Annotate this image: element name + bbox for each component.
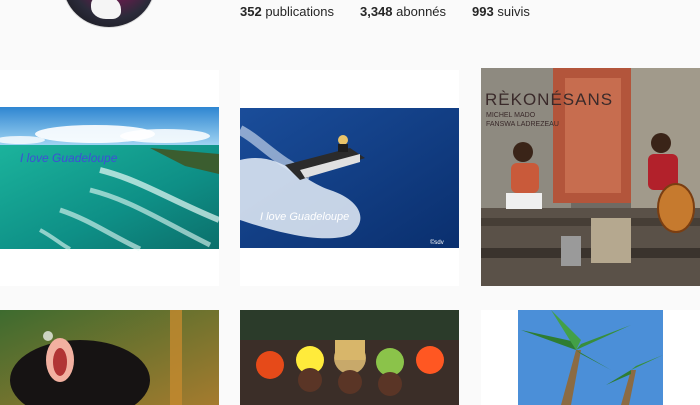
post-tile-jetski[interactable]: I love Guadeloupe ©sdv	[240, 70, 459, 286]
stat-label: abonnés	[396, 4, 447, 19]
post-title-text: RÈKONÉSANS	[485, 90, 613, 109]
post-credit: ©sdv	[430, 239, 444, 246]
post-tile-carnival[interactable]	[240, 310, 459, 405]
post-tile-palms[interactable]	[481, 310, 700, 405]
stat-count: 993	[472, 4, 494, 19]
stat-followers[interactable]: 3,348 abonnés	[360, 4, 446, 19]
stat-label: suivis	[497, 4, 530, 19]
post-subtitle-1: MICHEL MADO	[486, 112, 536, 119]
post-image-monkey	[0, 310, 219, 405]
profile-avatar[interactable]	[62, 0, 156, 28]
post-image-musicians: RÈKONÉSANS MICHEL MADO FANSWA LADREZEAU	[481, 68, 700, 286]
post-tile-beach[interactable]: I love Guadeloupe	[0, 70, 219, 286]
post-image-palms	[481, 310, 700, 405]
post-image-carnival	[240, 310, 459, 405]
stat-publications[interactable]: 352 publications	[240, 4, 334, 19]
post-overlay-text: I love Guadeloupe	[260, 211, 349, 223]
post-image-jetski: I love Guadeloupe ©sdv	[240, 70, 459, 286]
post-tile-monkey[interactable]	[0, 310, 219, 405]
post-overlay-text: I love Guadeloupe	[20, 151, 118, 165]
stat-label: publications	[265, 4, 334, 19]
post-tile-musicians[interactable]: RÈKONÉSANS MICHEL MADO FANSWA LADREZEAU	[481, 68, 700, 286]
stat-count: 352	[240, 4, 262, 19]
stat-count: 3,348	[359, 4, 393, 19]
post-subtitle-2: FANSWA LADREZEAU	[486, 121, 559, 128]
stat-following[interactable]: 993 suivis	[472, 4, 530, 19]
post-image-beach: I love Guadeloupe	[0, 70, 219, 286]
profile-stats: 352 publications 3,348 abonnés 993 suivi…	[240, 4, 556, 19]
